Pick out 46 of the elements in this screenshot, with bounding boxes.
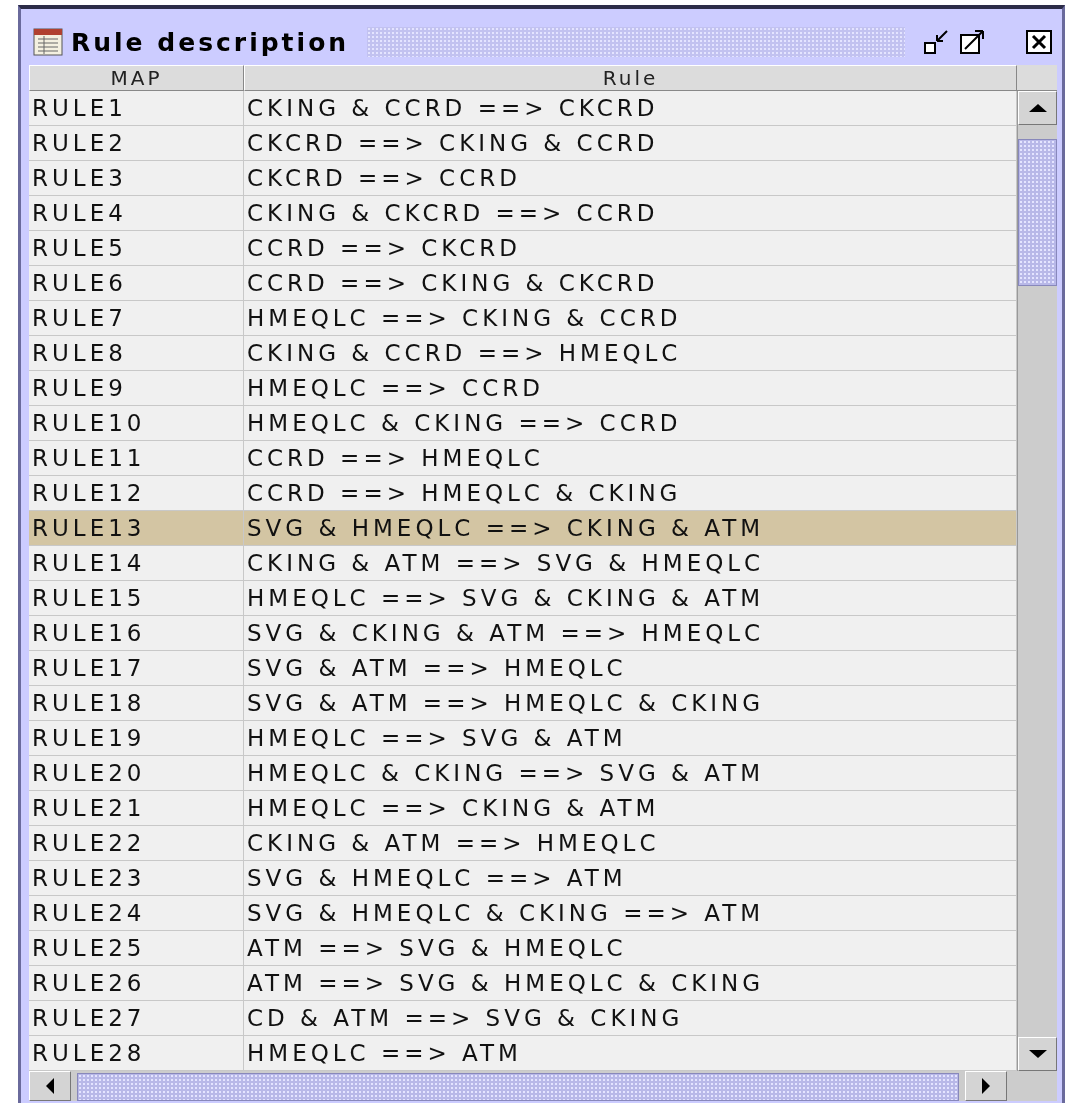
column-header[interactable]: MAP <box>29 65 244 91</box>
table-row[interactable]: RULE1 CKING & CCRD ==> CKCRD <box>29 91 1017 126</box>
scroll-up-button[interactable] <box>1018 91 1057 125</box>
table-row[interactable]: RULE25 ATM ==> SVG & HMEQLC <box>29 931 1017 966</box>
table-row[interactable]: RULE24 SVG & HMEQLC & CKING ==> ATM <box>29 896 1017 931</box>
table-row[interactable]: RULE13 SVG & HMEQLC ==> CKING & ATM <box>29 511 1017 546</box>
window-title: Rule description <box>71 27 350 57</box>
header-corner <box>1017 65 1057 91</box>
table-row[interactable]: RULE22 CKING & ATM ==> HMEQLC <box>29 826 1017 861</box>
table-row[interactable]: RULE20 HMEQLC & CKING ==> SVG & ATM <box>29 756 1017 791</box>
table-row[interactable]: RULE8 CKING & CCRD ==> HMEQLC <box>29 336 1017 371</box>
table-row[interactable]: RULE28 HMEQLC ==> ATM <box>29 1036 1017 1071</box>
table-row[interactable]: RULE21 HMEQLC ==> CKING & ATM <box>29 791 1017 826</box>
table-row[interactable]: RULE9 HMEQLC ==> CCRD <box>29 371 1017 406</box>
down-arrow-icon <box>1028 1050 1047 1058</box>
table-row[interactable]: RULE26 ATM ==> SVG & HMEQLC & CKING <box>29 966 1017 1001</box>
left-arrow-icon <box>46 1078 54 1094</box>
table-row[interactable]: RULE11 CCRD ==> HMEQLC <box>29 441 1017 476</box>
table-row[interactable]: RULE17 SVG & ATM ==> HMEQLC <box>29 651 1017 686</box>
scroll-right-button[interactable] <box>965 1071 1007 1101</box>
column-header[interactable]: Rule <box>244 65 1017 91</box>
table-row[interactable]: RULE3 CKCRD ==> CCRD <box>29 161 1017 196</box>
table-row[interactable]: RULE23 SVG & HMEQLC ==> ATM <box>29 861 1017 896</box>
table-row[interactable]: RULE14 CKING & ATM ==> SVG & HMEQLC <box>29 546 1017 581</box>
table-row[interactable]: RULE12 CCRD ==> HMEQLC & CKING <box>29 476 1017 511</box>
table-row[interactable]: RULE16 SVG & CKING & ATM ==> HMEQLC <box>29 616 1017 651</box>
scroll-down-button[interactable] <box>1018 1037 1057 1071</box>
table-row[interactable]: RULE5 CCRD ==> CKCRD <box>29 231 1017 266</box>
close-icon[interactable] <box>1025 29 1053 55</box>
scrollbar-thumb[interactable] <box>77 1073 959 1101</box>
scroll-left-button[interactable] <box>29 1071 71 1101</box>
scrollbar-thumb[interactable] <box>1018 139 1057 286</box>
up-arrow-icon <box>1028 104 1047 112</box>
right-arrow-icon <box>982 1078 990 1094</box>
maximize-icon[interactable] <box>959 29 987 55</box>
table-row[interactable]: RULE15 HMEQLC ==> SVG & CKING & ATM <box>29 581 1017 616</box>
table-row[interactable]: RULE4 CKING & CKCRD ==> CCRD <box>29 196 1017 231</box>
table-row[interactable]: RULE2 CKCRD ==> CKING & CCRD <box>29 126 1017 161</box>
table-row[interactable]: RULE6 CCRD ==> CKING & CKCRD <box>29 266 1017 301</box>
table-icon <box>33 28 63 56</box>
table-row[interactable]: RULE27 CD & ATM ==> SVG & CKING <box>29 1001 1017 1036</box>
table-row[interactable]: RULE10 HMEQLC & CKING ==> CCRD <box>29 406 1017 441</box>
table-row[interactable]: RULE18 SVG & ATM ==> HMEQLC & CKING <box>29 686 1017 721</box>
table-row[interactable]: RULE19 HMEQLC ==> SVG & ATM <box>29 721 1017 756</box>
table-row[interactable]: RULE7 HMEQLC ==> CKING & CCRD <box>29 301 1017 336</box>
minimize-icon[interactable] <box>923 29 951 55</box>
